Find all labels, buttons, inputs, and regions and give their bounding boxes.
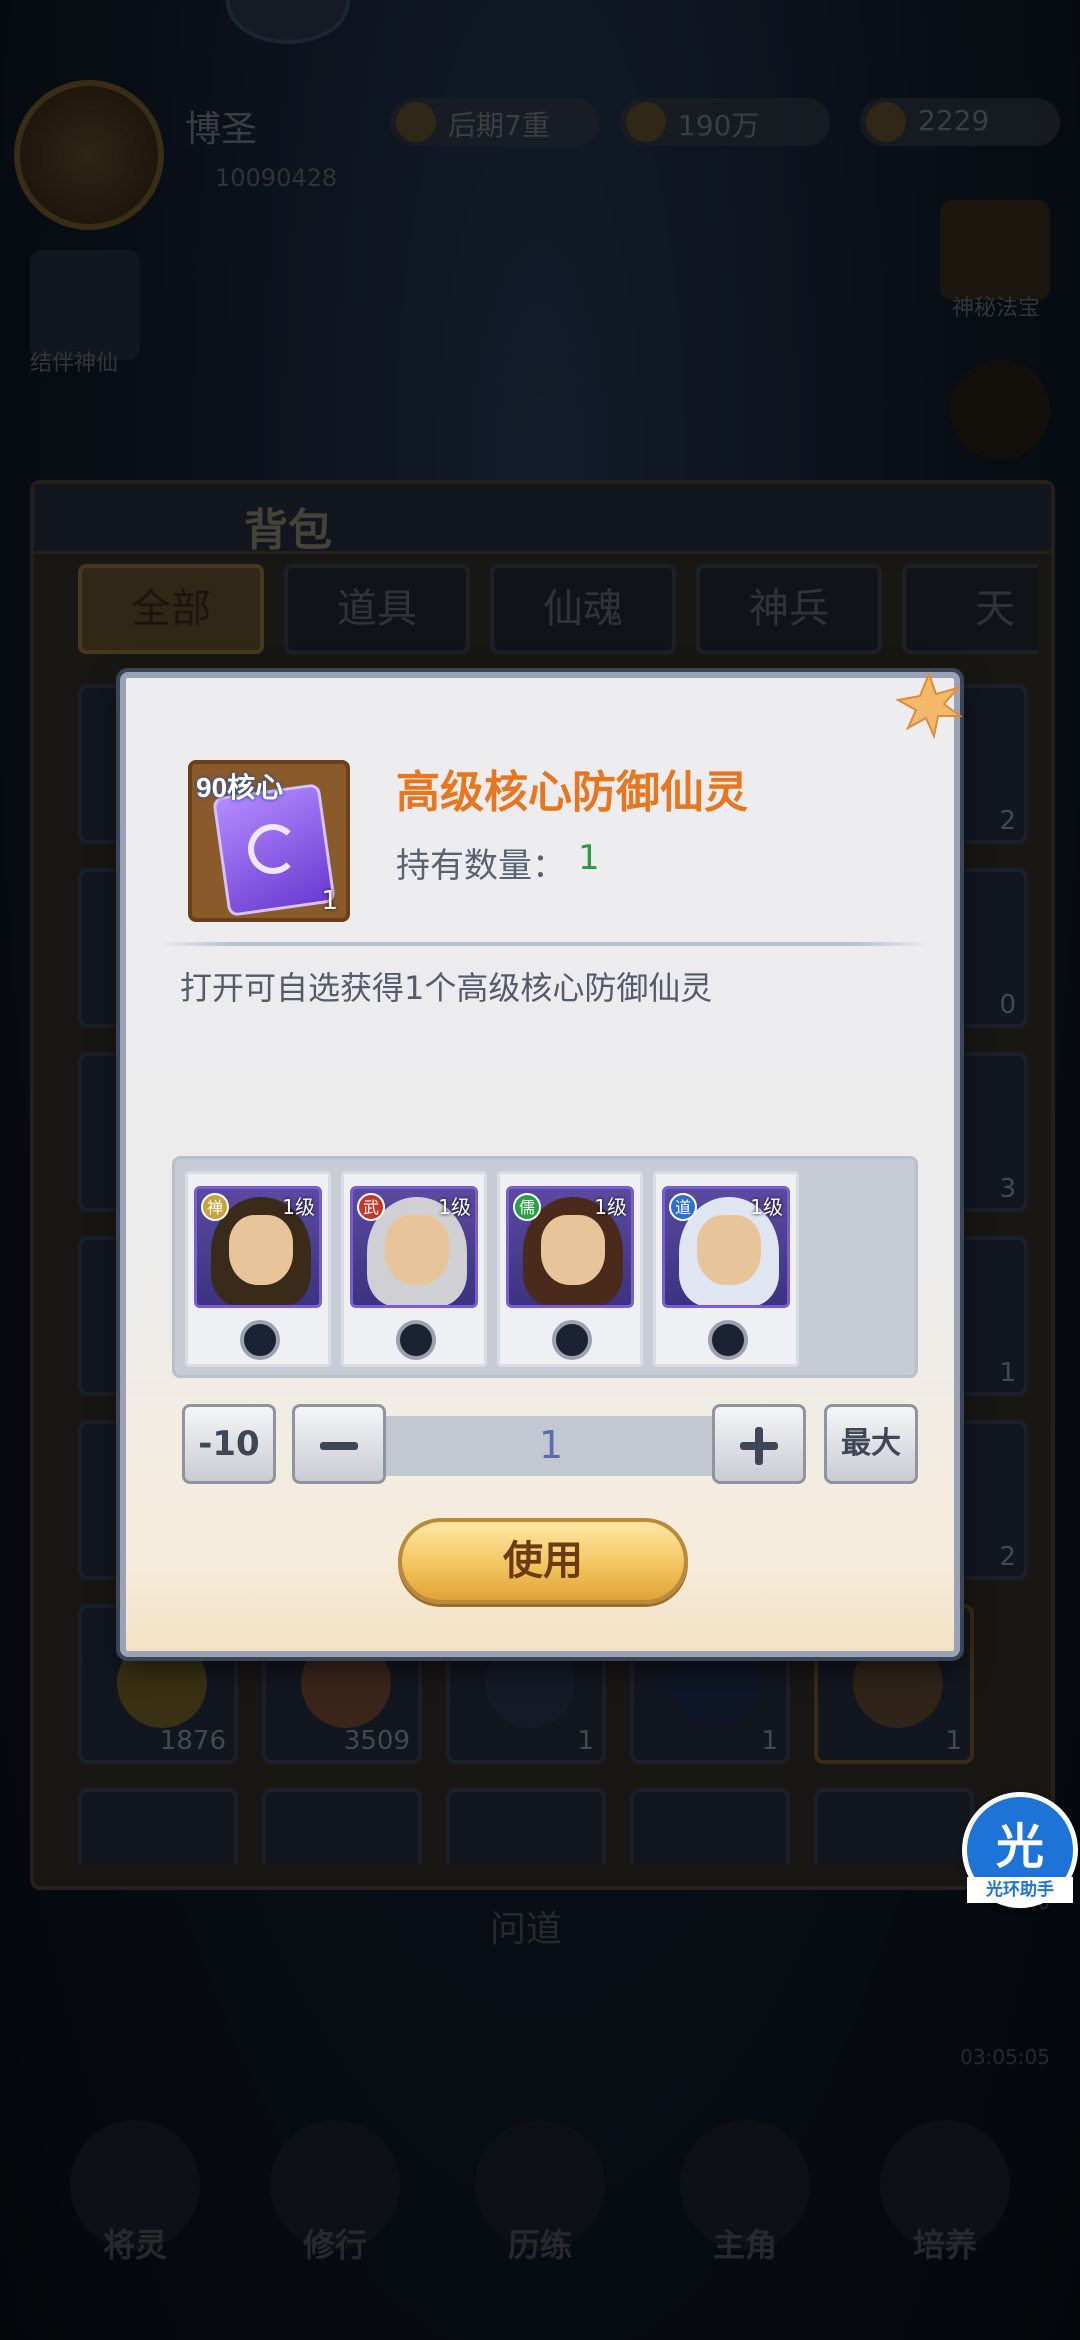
maple-leaf-icon: [895, 671, 963, 740]
hero-portrait: 禅 1级: [194, 1186, 322, 1308]
item-description: 打开可自选获得1个高级核心防御仙灵: [180, 969, 713, 1007]
item-name: 高级核心防御仙灵: [396, 768, 748, 817]
minus-button[interactable]: [292, 1404, 386, 1484]
hero-level: 1级: [438, 1195, 471, 1219]
max-button[interactable]: 最大: [824, 1404, 918, 1484]
quantity-field[interactable]: 1: [386, 1416, 716, 1476]
hero-portrait: 儒 1级: [506, 1186, 634, 1308]
item-tag: 90核心: [196, 772, 284, 803]
faction-badge: 儒: [513, 1193, 541, 1221]
item-icon-qty: 1: [321, 886, 338, 916]
choice-item[interactable]: 禅 1级: [185, 1171, 331, 1367]
assistant-label: 光环助手: [967, 1877, 1073, 1903]
item-icon: 90核心 1: [188, 760, 350, 922]
assistant-glyph: 光: [995, 1819, 1044, 1875]
choice-item[interactable]: 儒 1级: [497, 1171, 643, 1367]
use-button[interactable]: 使用: [398, 1518, 688, 1604]
minus-ten-button[interactable]: -10: [182, 1404, 276, 1484]
item-use-dialog: 90核心 1 高级核心防御仙灵 持有数量： 1 打开可自选获得1个高级核心防御仙…: [120, 671, 963, 1657]
hero-portrait: 武 1级: [350, 1186, 478, 1308]
select-radio[interactable]: [708, 1320, 748, 1360]
hero-face: [697, 1215, 761, 1285]
choice-item[interactable]: 武 1级: [341, 1171, 487, 1367]
divider: [158, 942, 930, 946]
minus-icon: [320, 1442, 358, 1450]
faction-badge: 禅: [201, 1193, 229, 1221]
select-radio[interactable]: [396, 1320, 436, 1360]
owned-label: 持有数量：: [396, 846, 566, 886]
swirl-icon: [248, 824, 298, 874]
hero-level: 1级: [594, 1195, 627, 1219]
hero-face: [385, 1215, 449, 1285]
hero-level: 1级: [750, 1195, 783, 1219]
owned-value: 1: [578, 838, 600, 878]
select-radio[interactable]: [240, 1320, 280, 1360]
faction-badge: 武: [357, 1193, 385, 1221]
select-radio[interactable]: [552, 1320, 592, 1360]
plus-button[interactable]: [712, 1404, 806, 1484]
hero-portrait: 道 1级: [662, 1186, 790, 1308]
quantity-stepper: -10 1 最大: [182, 1404, 922, 1488]
choice-list: 禅 1级 武 1级 儒 1级 道 1级: [172, 1156, 918, 1378]
hero-level: 1级: [282, 1195, 315, 1219]
faction-badge: 道: [669, 1193, 697, 1221]
hero-face: [541, 1215, 605, 1285]
choice-item[interactable]: 道 1级: [653, 1171, 799, 1367]
hero-face: [229, 1215, 293, 1285]
assistant-floating-button[interactable]: 光 光环助手: [962, 1792, 1078, 1908]
